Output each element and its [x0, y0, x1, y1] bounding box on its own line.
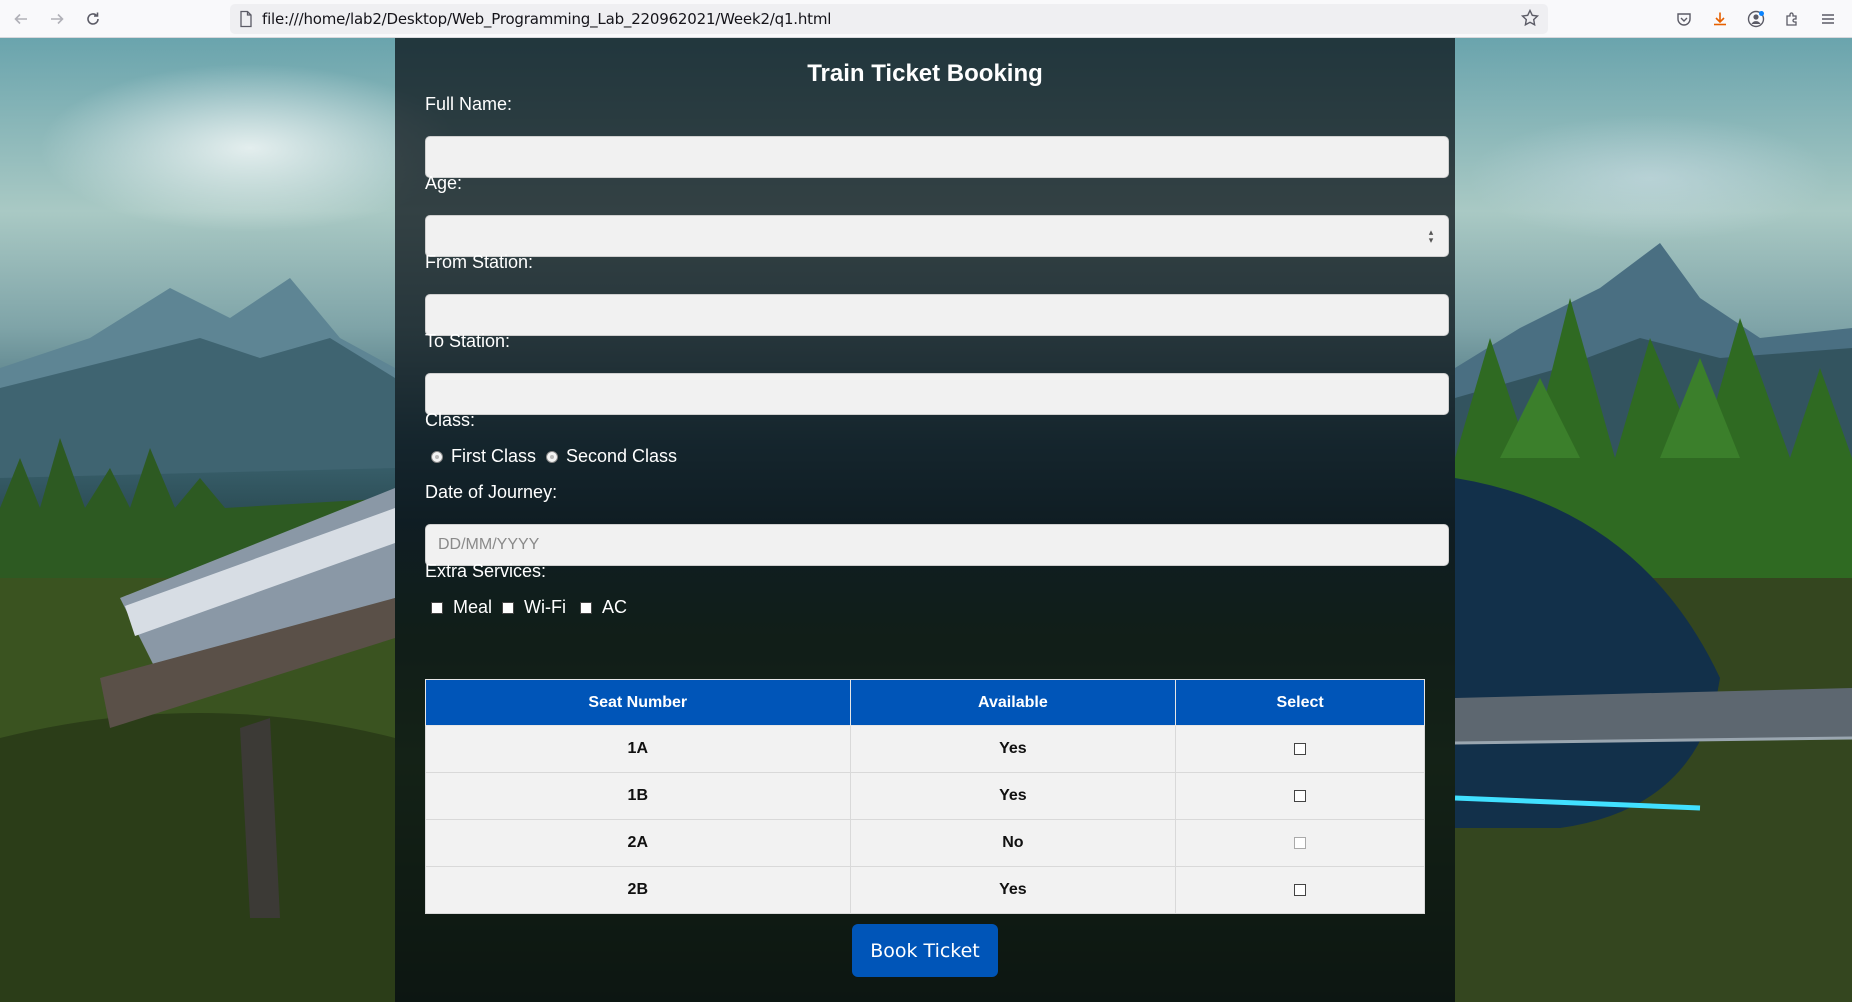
age-spinner-icon[interactable]: ▴ ▾	[1427, 228, 1435, 245]
header-available: Available	[849, 679, 1177, 726]
full-name-input[interactable]	[425, 136, 1449, 178]
seat-select-checkbox[interactable]	[1294, 883, 1307, 896]
ac-label: AC	[602, 597, 628, 617]
booking-form-card: Train Ticket Booking Full Name: Age: ▴ ▾ …	[395, 38, 1455, 1002]
second-class-radio[interactable]	[546, 450, 558, 463]
table-row: 2A No	[425, 819, 1425, 867]
availability-cell: Yes	[849, 772, 1177, 820]
table-row: 2B Yes	[425, 866, 1425, 914]
meal-label: Meal	[453, 597, 493, 617]
date-label: Date of Journey:	[425, 482, 558, 502]
account-icon[interactable]	[1745, 8, 1767, 30]
age-field: ▴ ▾	[425, 215, 1449, 257]
ac-checkbox[interactable]	[580, 601, 592, 614]
browser-toolbar: file:///home/lab2/Desktop/Web_Programmin…	[0, 0, 1852, 38]
page-icon	[240, 10, 252, 28]
full-name-label: Full Name:	[425, 94, 513, 114]
bookmark-star-icon[interactable]	[1520, 8, 1540, 28]
seat-number-cell: 1B	[425, 772, 851, 820]
select-cell	[1175, 725, 1425, 773]
availability-cell: Yes	[849, 866, 1177, 914]
seat-select-checkbox[interactable]	[1294, 742, 1307, 755]
seat-number-cell: 2A	[425, 819, 851, 867]
extensions-icon[interactable]	[1781, 8, 1803, 30]
url-bar[interactable]: file:///home/lab2/Desktop/Web_Programmin…	[230, 4, 1548, 34]
from-station-input[interactable]	[425, 294, 1449, 336]
wifi-checkbox[interactable]	[502, 601, 515, 614]
page-title: Train Ticket Booking	[807, 60, 1043, 87]
select-cell	[1175, 866, 1425, 914]
reload-icon	[87, 12, 99, 25]
downloads-icon[interactable]	[1709, 8, 1731, 30]
class-options: First Class Second Class	[425, 446, 677, 467]
second-class-label: Second Class	[566, 446, 678, 466]
extra-services-options: Meal Wi-Fi AC	[425, 597, 627, 618]
age-label: Age:	[425, 173, 463, 193]
back-button[interactable]	[8, 6, 34, 32]
meal-checkbox[interactable]	[431, 601, 443, 614]
forward-button[interactable]	[44, 6, 70, 32]
page-viewport: Train Ticket Booking Full Name: Age: ▴ ▾ …	[0, 38, 1852, 1002]
reload-button[interactable]	[80, 6, 106, 32]
class-label: Class:	[425, 410, 476, 430]
menu-icon[interactable]	[1817, 8, 1839, 30]
seat-select-checkbox[interactable]	[1294, 789, 1307, 802]
availability-cell: No	[849, 819, 1177, 867]
forward-arrow-icon	[51, 13, 64, 25]
url-text: file:///home/lab2/Desktop/Web_Programmin…	[262, 10, 832, 28]
table-row: 1B Yes	[425, 772, 1425, 820]
seat-table: Seat Number Available Select 1A Yes 1B Y…	[425, 679, 1425, 914]
seat-select-checkbox-disabled	[1294, 836, 1307, 849]
header-seat-number: Seat Number	[425, 679, 851, 726]
first-class-radio[interactable]	[431, 450, 443, 463]
book-ticket-button[interactable]: Book Ticket	[852, 924, 998, 977]
seat-number-cell: 1A	[425, 725, 851, 773]
table-row: 1A Yes	[425, 725, 1425, 773]
back-arrow-icon	[14, 13, 27, 25]
availability-cell: Yes	[849, 725, 1177, 773]
age-input[interactable]	[425, 215, 1449, 257]
extra-services-label: Extra Services:	[425, 561, 547, 581]
header-select: Select	[1175, 679, 1425, 726]
date-input[interactable]	[425, 524, 1449, 566]
to-station-label: To Station:	[425, 331, 511, 351]
select-cell	[1175, 772, 1425, 820]
select-cell	[1175, 819, 1425, 867]
pocket-icon[interactable]	[1673, 8, 1695, 30]
wifi-label: Wi-Fi	[524, 597, 566, 617]
seat-number-cell: 2B	[425, 866, 851, 914]
first-class-label: First Class	[451, 446, 536, 466]
to-station-input[interactable]	[425, 373, 1449, 415]
seat-table-header: Seat Number Available Select	[425, 679, 1425, 726]
from-station-label: From Station:	[425, 252, 534, 272]
